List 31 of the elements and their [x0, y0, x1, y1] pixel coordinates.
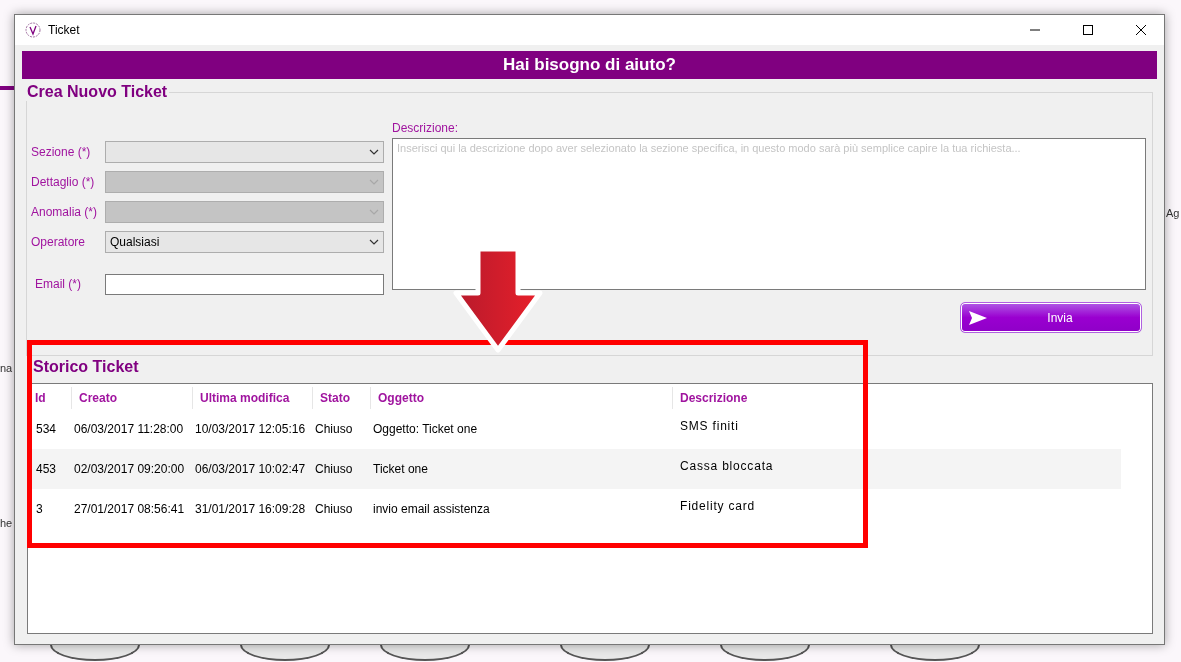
header-banner: Hai bisogno di aiuto? [22, 51, 1157, 79]
chevron-down-icon [369, 149, 379, 155]
field-label: Sezione (*) [31, 145, 92, 159]
background-label: he [0, 517, 13, 529]
description-field[interactable]: Inserisci qui la descrizione dopo aver selezionato la sezione specifica, in questo modo sarà più semplice capire la tua richiesta... [392, 138, 1146, 290]
chevron-down-icon [369, 179, 379, 185]
window-title: Ticket [48, 23, 81, 37]
chevron-down-icon [369, 209, 379, 215]
table-cell: Cassa bloccata [672, 449, 1121, 489]
field-label: Operatore [31, 235, 87, 249]
field-label: Dettaglio (*) [31, 175, 96, 189]
chevron-down-icon [369, 239, 379, 245]
table-cell: Chiuso [312, 449, 370, 489]
table-cell: Ticket one [370, 449, 672, 489]
table-cell: 02/03/2017 09:20:00 [71, 449, 192, 489]
column-header[interactable]: Id [28, 387, 71, 409]
maximize-icon [1083, 25, 1093, 35]
close-icon [1136, 25, 1146, 35]
section-title: Storico Ticket [33, 358, 139, 376]
background-label: na [0, 362, 13, 374]
field-label: Descrizione: [392, 121, 459, 135]
dropdown[interactable]: Qualsiasi [105, 231, 384, 253]
table-cell: 06/03/2017 10:02:47 [192, 449, 312, 489]
input-field[interactable] [105, 273, 384, 295]
send-icon [969, 310, 987, 325]
send-button[interactable]: Invia [960, 302, 1142, 333]
app-logo-icon [25, 22, 41, 38]
section-title: Crea Nuovo Ticket [26, 83, 169, 101]
field-label: Anomalia (*) [31, 205, 99, 219]
background-label: Ag [1166, 207, 1180, 219]
field-label: Email (*) [34, 277, 82, 291]
